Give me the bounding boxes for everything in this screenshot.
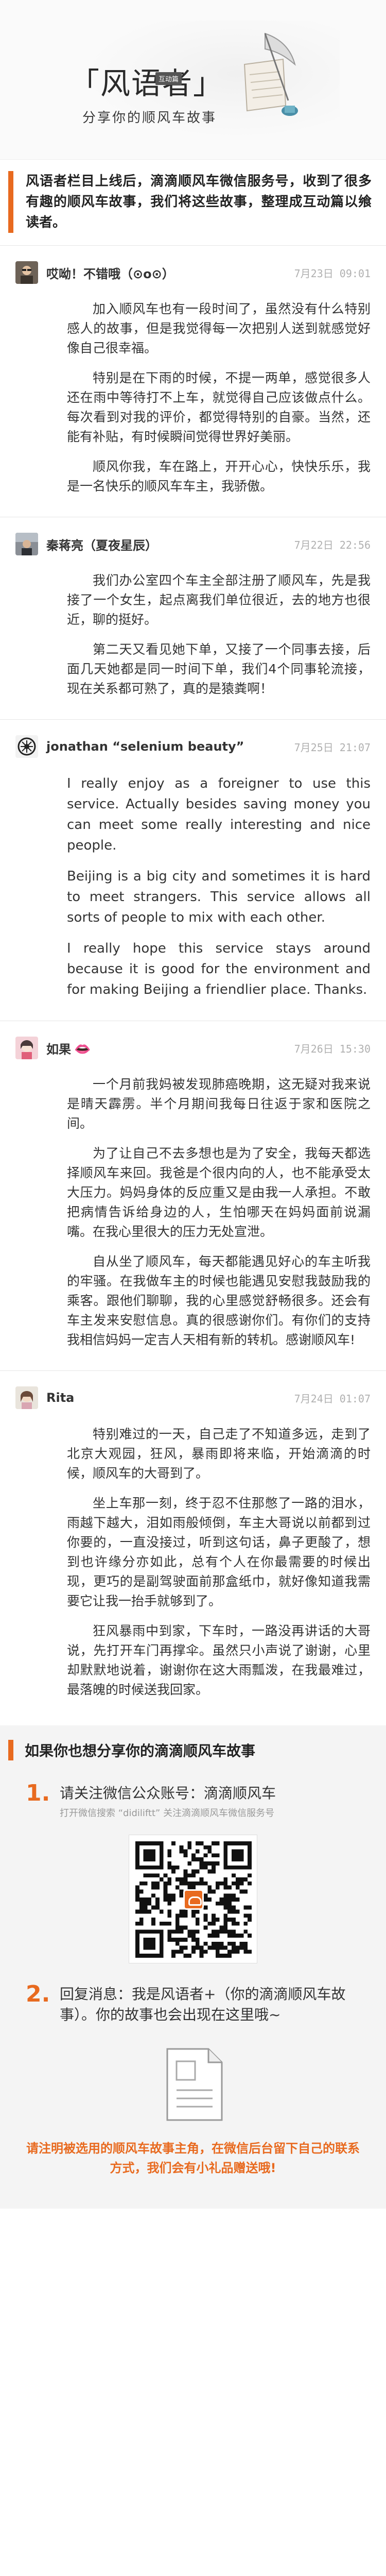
comment-header: jonathan “selenium beauty” 7月25日 21:07 [15, 733, 371, 760]
comment-header: Rita 7月24日 01:07 [15, 1384, 371, 1411]
comment-body: 特别难过的一天，自己走了不知道多远，走到了北京大观园，狂风，暴雨即将来临，开始滴… [67, 1425, 371, 1700]
step-main-text: 回复消息：我是风语者+（你的滴滴顺风车故事）。你的故事也会出现在这里哦~ [60, 1986, 346, 2023]
step-content: 请关注微信公众账号：滴滴顺风车 打开微信搜索 “didiliftt” 关注滴滴顺… [60, 1783, 365, 1819]
avatar[interactable] [15, 533, 38, 555]
comment-author: Rita [46, 1391, 75, 1405]
step-number-dot: . [41, 1780, 50, 1806]
step-main-text: 请关注微信公众账号：滴滴顺风车 [60, 1785, 276, 1802]
share-step-1: 1. 请关注微信公众账号：滴滴顺风车 打开微信搜索 “didiliftt” 关注… [0, 1762, 386, 1819]
comment-header: 哎呦！不错哦（⊙o⊙） 7月23日 09:01 [15, 259, 371, 286]
comment-item: 哎呦！不错哦（⊙o⊙） 7月23日 09:01 加入顺风车也有一段时间了，虽然没… [0, 245, 386, 517]
share-section: 如果你也想分享你的滴滴顺风车故事 1. 请关注微信公众账号：滴滴顺风车 打开微信… [0, 1725, 386, 2209]
comment-author-name: 如果 [46, 1042, 71, 1057]
accent-bar [8, 1740, 13, 1760]
footer-note: 请注明被选用的顺风车故事主角，在微信后台留下自己的联系方式，我们会有小礼品赠送哦… [26, 2141, 360, 2175]
comment-author: 如果 👄 [46, 1039, 294, 1057]
comment-paragraph: I really hope this service stays around … [67, 941, 371, 997]
step-sub-text: 打开微信搜索 “didiliftt” 关注滴滴顺风车微信服务号 [60, 1808, 275, 1819]
comment-paragraph: Beijing is a big city and sometimes it i… [67, 869, 371, 925]
comment-paragraph: 狂风暴雨中到家，下车时，一路没再讲话的大哥说，先打开车门再撑伞。虽然只小声说了谢… [67, 1623, 371, 1697]
comment-date: 7月22日 22:56 [294, 538, 371, 551]
comment-date: 7月26日 15:30 [294, 1042, 371, 1055]
article-page: 「风语者」 互动篇 分享你的顺风车故事 风语者栏目上线后，滴滴顺风车微信服务号，… [0, 0, 386, 2209]
comment-item: 秦蒋亮（夏夜星辰） 7月22日 22:56 我们办公室四个车主全部注册了顺风车，… [0, 517, 386, 719]
comment-author: 秦蒋亮（夏夜星辰） [46, 538, 157, 553]
banner-tag: 互动篇 [155, 72, 182, 85]
comment-paragraph: 第二天又看见她下单，又接了一个同事去接，后面几天她都是同一时间下单，我们4个同事… [67, 642, 371, 696]
share-step-2: 2. 回复消息：我是风语者+（你的滴滴顺风车故事）。你的故事也会出现在这里哦~ [0, 1963, 386, 2025]
step-content: 回复消息：我是风语者+（你的滴滴顺风车故事）。你的故事也会出现在这里哦~ [60, 1984, 365, 2025]
comment-item: jonathan “selenium beauty” 7月25日 21:07 I… [0, 719, 386, 1021]
comment-paragraph: 一个月前我妈被发现肺癌晚期，这无疑对我来说是晴天霹雳。半个月期间我每日往返于家和… [67, 1077, 371, 1131]
step-number-value: 1 [26, 1780, 42, 1806]
avatar[interactable] [15, 735, 38, 758]
document-icon [157, 2046, 229, 2123]
qr-code[interactable] [129, 1835, 257, 1963]
quill-and-scroll-icon [234, 28, 301, 131]
comment-author: jonathan “selenium beauty” [46, 739, 244, 754]
comment-paragraph: I really enjoy as a foreigner to use thi… [67, 776, 371, 853]
didi-logo-icon [183, 1889, 204, 1910]
comment-paragraph: 顺风你我，车在路上，开开心心，快快乐乐，我是一名快乐的顺风车车主，我骄傲。 [67, 459, 371, 494]
comment-header: 秦蒋亮（夏夜星辰） 7月22日 22:56 [15, 531, 371, 557]
accent-bar [8, 171, 13, 233]
header-banner: 「风语者」 互动篇 分享你的顺风车故事 [0, 0, 386, 160]
step-number-value: 2 [26, 1981, 42, 2007]
banner-title: 「风语者」 [69, 66, 224, 101]
intro-section: 风语者栏目上线后，滴滴顺风车微信服务号，收到了很多有趣的顺风车故事，我们将这些故… [0, 160, 386, 245]
avatar[interactable] [15, 1386, 38, 1409]
banner-subtitle: 分享你的顺风车故事 [82, 110, 217, 126]
comment-date: 7月24日 01:07 [294, 1392, 371, 1405]
step-number: 1. [26, 1780, 50, 1819]
comment-author: 哎呦！不错哦（⊙o⊙） [46, 266, 174, 281]
comment-item: Rita 7月24日 01:07 特别难过的一天，自己走了不知道多远，走到了北京… [0, 1370, 386, 1720]
comment-body: 加入顺风车也有一段时间了，虽然没有什么特别感人的故事，但是我觉得每一次把别人送到… [67, 299, 371, 496]
comment-body: 一个月前我妈被发现肺癌晚期，这无疑对我来说是晴天霹雳。半个月期间我每日往返于家和… [67, 1075, 371, 1350]
lips-icon: 👄 [74, 1041, 91, 1057]
comment-paragraph: 加入顺风车也有一段时间了，虽然没有什么特别感人的故事，但是我觉得每一次把别人送到… [67, 301, 371, 355]
comment-item: 如果 👄 7月26日 15:30 一个月前我妈被发现肺癌晚期，这无疑对我来说是晴天… [0, 1021, 386, 1370]
comment-date: 7月23日 09:01 [294, 267, 371, 280]
comment-body: I really enjoy as a foreigner to use thi… [67, 773, 371, 1000]
intro-text: 风语者栏目上线后，滴滴顺风车微信服务号，收到了很多有趣的顺风车故事，我们将这些故… [26, 174, 372, 230]
step-number: 2. [26, 1981, 50, 2025]
share-title: 如果你也想分享你的滴滴顺风车故事 [0, 1738, 386, 1762]
comment-date: 7月25日 21:07 [294, 741, 371, 754]
comment-paragraph: 为了让自己不去多想也是为了安全，我每天都选择顺风车来回。我爸是个很内向的人，也不… [67, 1146, 371, 1239]
comment-paragraph: 我们办公室四个车主全部注册了顺风车，先是我接了一个女生，起点离我们单位很近，去的… [67, 573, 371, 627]
comment-paragraph: 坐上车那一刻，终于忍不住那憋了一路的泪水，雨越下越大，泪如雨般倾倒，车主大哥说以… [67, 1496, 371, 1608]
avatar[interactable] [15, 261, 38, 284]
avatar[interactable] [15, 1037, 38, 1059]
comment-body: 我们办公室四个车主全部注册了顺风车，先是我接了一个女生，起点离我们单位很近，去的… [67, 571, 371, 699]
step-number-dot: . [41, 1981, 50, 2007]
comment-paragraph: 特别是在下雨的时候，不提一两单，感觉很多人还在雨中等待打不上车，就觉得自己应该做… [67, 370, 371, 444]
comment-paragraph: 自从坐了顺风车，每天都能遇见好心的车主听我的牢骚。在我做车主的时候也能遇见安慰我… [67, 1254, 371, 1347]
comment-paragraph: 特别难过的一天，自己走了不知道多远，走到了北京大观园，狂风，暴雨即将来临，开始滴… [67, 1427, 371, 1481]
comment-header: 如果 👄 7月26日 15:30 [15, 1035, 371, 1061]
share-title-text: 如果你也想分享你的滴滴顺风车故事 [25, 1742, 256, 1759]
